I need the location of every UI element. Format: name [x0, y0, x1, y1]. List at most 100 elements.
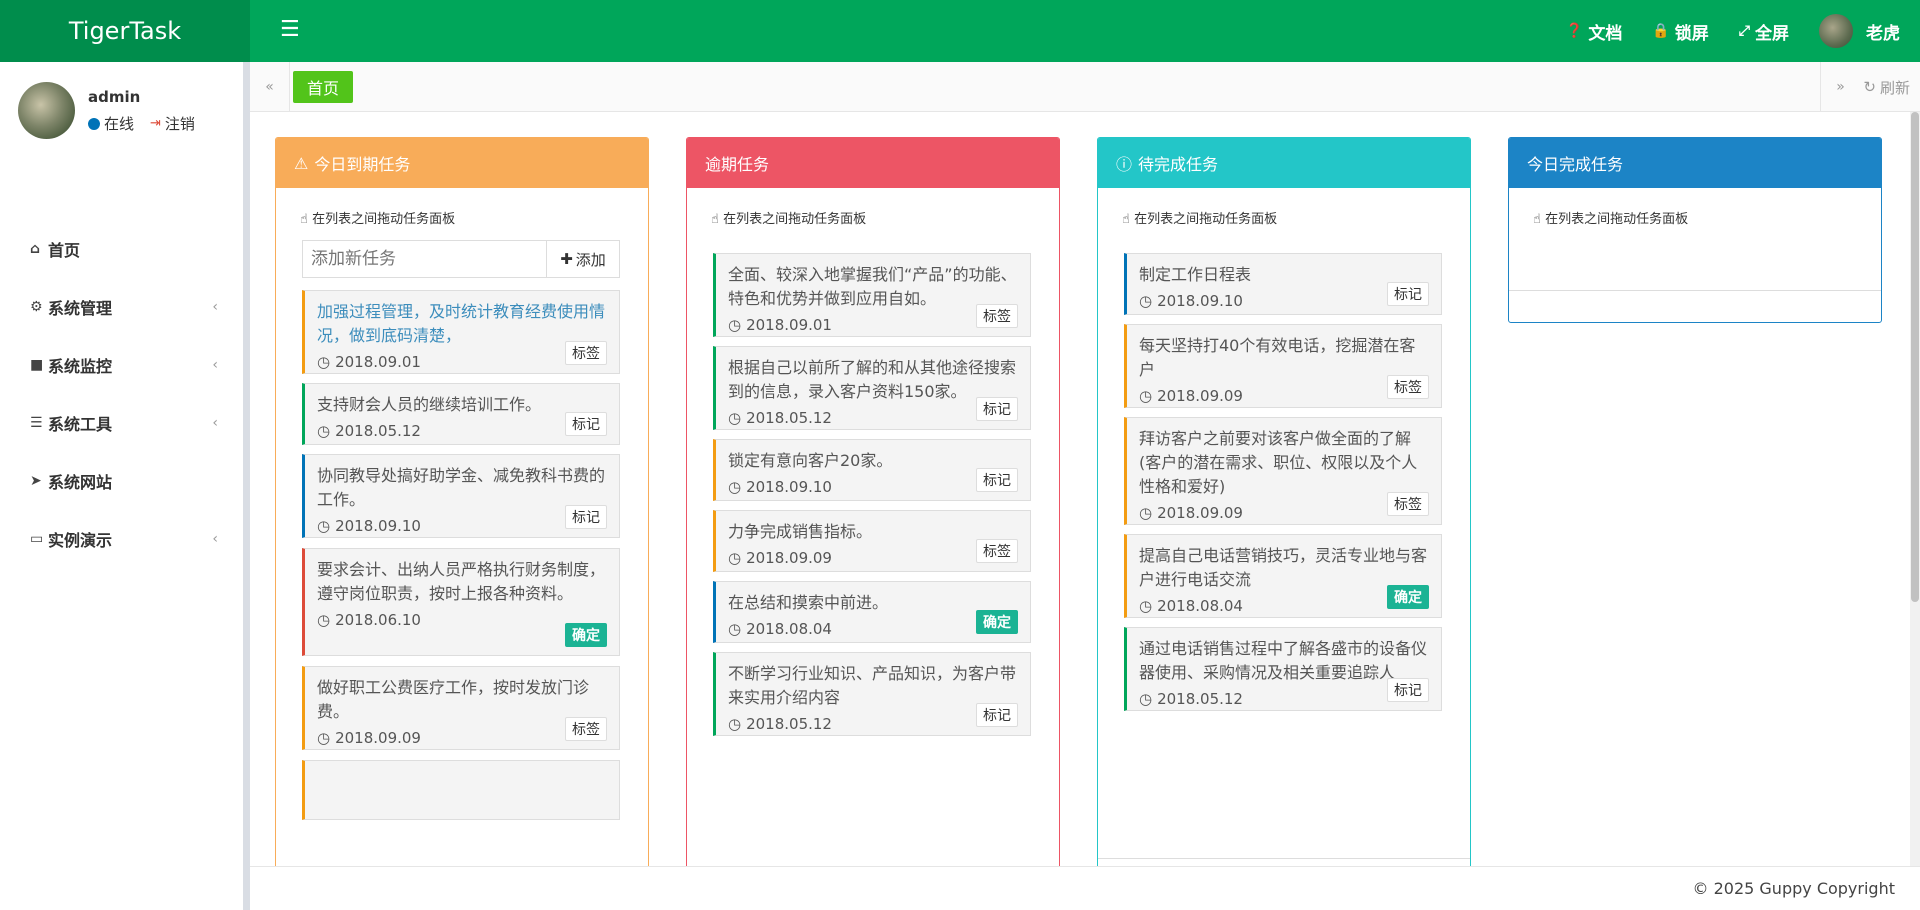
task-card[interactable]	[302, 760, 620, 820]
task-badge[interactable]: 标签	[565, 341, 607, 365]
refresh-button[interactable]: ↻ 刷新	[1863, 62, 1910, 112]
task-badge[interactable]: 确定	[1387, 585, 1429, 609]
task-badge[interactable]: 标签	[976, 539, 1018, 563]
sidebar-menu: ⌂ 首页 ⚙ 系统管理 ‹ ■ 系统监控 ‹ ☰ 系统工具 ‹ ➤ 系统网站 ▭ 实例演示 ‹	[0, 220, 240, 568]
task-card[interactable]: 要求会计、出纳人员严格执行财务制度，遵守岗位职责，按时上报各种资料。 ◷ 2018…	[302, 548, 620, 656]
fullscreen-label: 全屏	[1755, 23, 1789, 44]
task-badge[interactable]: 标签	[976, 304, 1018, 328]
task-badge[interactable]: 标记	[565, 412, 607, 436]
task-badge[interactable]: 标记	[565, 505, 607, 529]
chevron-left-icon: ‹	[212, 357, 218, 373]
sidebar-item-system-site[interactable]: ➤ 系统网站	[0, 452, 240, 510]
task-badge[interactable]: 标记	[976, 468, 1018, 492]
logout-link[interactable]: 注销	[165, 113, 195, 134]
task-board: ⚠ 今日到期任务 ☝ 在列表之间拖动任务面板 ✚添加 加强过程管理，及时统计教育经…	[250, 112, 1912, 866]
task-badge[interactable]: 标签	[1387, 492, 1429, 516]
user-panel: admin 在线 ⇥ 注销	[18, 82, 238, 142]
clock-icon: ◷	[728, 620, 742, 638]
add-task-row: ✚添加	[302, 240, 620, 278]
docs-link[interactable]: ❓ 文档	[1566, 19, 1622, 44]
task-card[interactable]: 制定工作日程表 ◷ 2018.09.10 标记	[1124, 253, 1442, 315]
task-card[interactable]: 不断学习行业知识、产品知识，为客户带来实用介绍内容 ◷ 2018.05.12 标记	[713, 652, 1031, 736]
date-value: 2018.05.12	[335, 422, 421, 440]
chevron-left-icon: ‹	[212, 299, 218, 315]
clock-icon: ◷	[728, 409, 742, 427]
date-value: 2018.08.04	[1157, 597, 1243, 615]
task-card[interactable]: 全面、较深入地掌握我们“产品”的功能、特色和优势并做到应用自如。 ◷ 2018.0…	[713, 253, 1031, 337]
task-badge[interactable]: 标记	[976, 703, 1018, 727]
date-value: 2018.05.12	[1157, 690, 1243, 708]
task-card[interactable]: 拜访客户之前要对该客户做全面的了解(客户的潜在需求、职位、权限以及个人性格和爱好…	[1124, 417, 1442, 525]
user-menu[interactable]: 老虎	[1819, 14, 1900, 48]
tab-home[interactable]: 首页	[293, 71, 354, 103]
task-badge[interactable]: 标签	[565, 717, 607, 741]
column-pending: ⓘ 待完成任务 ☝ 在列表之间拖动任务面板 制定工作日程表 ◷ 2018.09.10…	[1097, 137, 1471, 866]
fullscreen-link[interactable]: ⤢ 全屏	[1739, 19, 1789, 44]
lock-label: 锁屏	[1674, 23, 1709, 44]
sidebar-item-system-monitor[interactable]: ■ 系统监控 ‹	[0, 336, 240, 394]
task-card[interactable]: 根据自己以前所了解的和从其他途径搜索到的信息，录入客户资料150家。 ◷ 2018…	[713, 346, 1031, 430]
sidebar-item-demo[interactable]: ▭ 实例演示 ‹	[0, 510, 240, 568]
column-overdue: 逾期任务 ☝ 在列表之间拖动任务面板 全面、较深入地掌握我们“产品”的功能、特色…	[686, 137, 1060, 866]
sidebar-item-label: 系统工具	[48, 415, 113, 434]
sidebar-item-system-manage[interactable]: ⚙ 系统管理 ‹	[0, 278, 240, 336]
date-value: 2018.09.01	[746, 316, 832, 334]
task-badge[interactable]: 确定	[565, 623, 607, 647]
task-card[interactable]: 每天坚持打40个有效电话，挖掘潜在客户 ◷ 2018.09.09 标签	[1124, 324, 1442, 408]
chevron-left-icon: ‹	[212, 415, 218, 431]
drag-hint: ☝ 在列表之间拖动任务面板	[1098, 188, 1470, 238]
task-text: 拜访客户之前要对该客户做全面的了解(客户的潜在需求、职位、权限以及个人性格和爱好…	[1139, 429, 1418, 496]
content-scrollbar[interactable]	[1910, 112, 1920, 866]
clock-icon: ◷	[317, 611, 331, 629]
lock-screen-link[interactable]: 🔒 锁屏	[1652, 19, 1708, 44]
sidebar-item-label: 系统监控	[48, 357, 113, 376]
task-badge[interactable]: 标记	[1387, 282, 1429, 306]
new-task-input[interactable]	[303, 241, 547, 277]
task-card[interactable]: 支持财会人员的继续培训工作。 ◷ 2018.05.12 标记	[302, 383, 620, 445]
task-badge[interactable]: 标记	[1387, 678, 1429, 702]
drag-hint: ☝ 在列表之间拖动任务面板	[1509, 188, 1881, 238]
task-badge[interactable]: 确定	[976, 610, 1018, 634]
copyright-text: © 2025 Guppy Copyright	[1692, 879, 1895, 898]
task-card[interactable]: 做好职工公费医疗工作，按时发放门诊费。 ◷ 2018.09.09 标签	[302, 666, 620, 750]
menu-toggle-icon[interactable]: ☰	[280, 17, 300, 42]
task-card[interactable]: 在总结和摸索中前进。 ◷ 2018.08.04 确定	[713, 581, 1031, 643]
app-logo[interactable]: TigerTask	[0, 0, 250, 62]
column-divider	[1098, 858, 1470, 859]
add-task-button[interactable]: ✚ 添加	[547, 241, 619, 277]
task-badge[interactable]: 标签	[1387, 375, 1429, 399]
tabs-scroll-left-icon[interactable]: «	[250, 62, 290, 112]
date-value: 2018.09.10	[746, 478, 832, 496]
clock-icon: ◷	[1139, 387, 1153, 405]
sign-out-icon[interactable]: ⇥	[150, 116, 161, 131]
gear-icon: ⚙	[30, 299, 43, 315]
hand-pointer-icon: ☝	[1122, 212, 1130, 227]
desktop-icon: ▭	[30, 531, 44, 547]
online-dot-icon	[88, 117, 100, 130]
clock-icon: ◷	[317, 353, 331, 371]
task-card[interactable]: 提高自己电话营销技巧，灵活专业地与客户进行电话交流 ◷ 2018.08.04 确定	[1124, 534, 1442, 618]
date-value: 2018.05.12	[746, 409, 832, 427]
task-card[interactable]: 通过电话销售过程中了解各盛市的设备仪器使用、采购情况及相关重要追踪人 ◷ 2018…	[1124, 627, 1442, 711]
tabs-scroll-right-icon[interactable]: »	[1820, 62, 1860, 112]
column-title: 待完成任务	[1138, 155, 1219, 174]
clock-icon: ◷	[1139, 597, 1153, 615]
column-title: 今日完成任务	[1527, 155, 1624, 174]
date-value: 2018.05.12	[746, 715, 832, 733]
task-card[interactable]: 力争完成销售指标。 ◷ 2018.09.09 标签	[713, 510, 1031, 572]
date-value: 2018.09.09	[335, 729, 421, 747]
top-nav-right: ❓ 文档 🔒 锁屏 ⤢ 全屏 老虎	[1566, 0, 1900, 62]
task-card[interactable]: 锁定有意向客户20家。 ◷ 2018.09.10 标记	[713, 439, 1031, 501]
task-badge[interactable]: 标记	[976, 397, 1018, 421]
date-value: 2018.08.04	[746, 620, 832, 638]
tabs-bar: « 首页 » ↻ 刷新	[250, 62, 1920, 112]
sidebar-item-home[interactable]: ⌂ 首页	[0, 220, 240, 278]
sidebar-item-system-tools[interactable]: ☰ 系统工具 ‹	[0, 394, 240, 452]
task-text: 要求会计、出纳人员严格执行财务制度，遵守岗位职责，按时上报各种资料。	[317, 560, 606, 603]
sidebar-scrollbar[interactable]	[243, 62, 250, 910]
scrollbar-thumb[interactable]	[1911, 112, 1919, 602]
column-due-today: ⚠ 今日到期任务 ☝ 在列表之间拖动任务面板 ✚添加 加强过程管理，及时统计教育经…	[275, 137, 649, 866]
task-card[interactable]: 加强过程管理，及时统计教育经费使用情况，做到底码清楚， ◷ 2018.09.01 …	[302, 290, 620, 374]
task-card[interactable]: 协同教导处搞好助学金、减免教科书费的工作。 ◷ 2018.09.10 标记	[302, 454, 620, 538]
lock-icon: 🔒	[1652, 23, 1670, 39]
